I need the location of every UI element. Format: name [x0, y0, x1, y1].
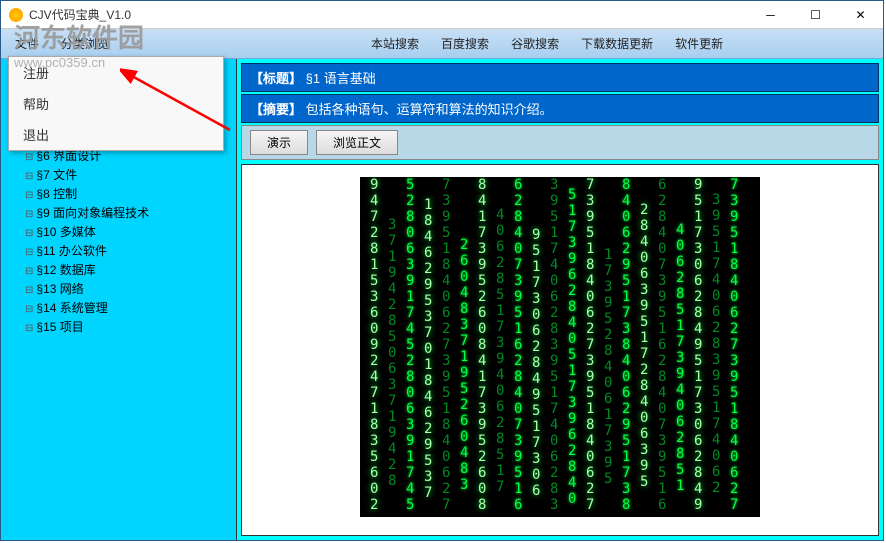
app-icon — [9, 8, 23, 22]
tree-item[interactable]: §7 文件 — [7, 165, 230, 184]
window-title: CJV代码宝典_V1.0 — [29, 6, 748, 23]
browse-text-button[interactable]: 浏览正文 — [316, 130, 398, 155]
minimize-button[interactable]: ─ — [748, 2, 793, 28]
title-label: 【标题】 — [250, 71, 302, 86]
menu-browse[interactable]: 分类浏览 — [51, 31, 119, 56]
tree-item[interactable]: §10 多媒体 — [7, 222, 230, 241]
main-panel: 【标题】 §1 语言基础 【摘要】 包括各种语句、运算符和算法的知识介绍。 演示… — [237, 59, 883, 540]
summary-value: 包括各种语句、运算符和算法的知识介绍。 — [306, 102, 553, 117]
menu-software-update[interactable]: 软件更新 — [665, 31, 733, 56]
summary-label: 【摘要】 — [250, 102, 302, 117]
menu-exit[interactable]: 退出 — [9, 119, 223, 150]
tree-item[interactable]: §14 系统管理 — [7, 298, 230, 317]
button-row: 演示 浏览正文 — [241, 125, 879, 160]
title-box: 【标题】 §1 语言基础 — [241, 63, 879, 92]
tree-item[interactable]: §13 网络 — [7, 279, 230, 298]
summary-box: 【摘要】 包括各种语句、运算符和算法的知识介绍。 — [241, 94, 879, 123]
tree-item[interactable]: §15 项目 — [7, 317, 230, 336]
menu-search-google[interactable]: 谷歌搜索 — [501, 31, 569, 56]
tree-item[interactable]: §8 控制 — [7, 184, 230, 203]
tree-item[interactable]: §11 办公软件 — [7, 241, 230, 260]
category-tree: §5 控件 §6 界面设计 §7 文件 §8 控制 §9 面向对象编程技术 §1… — [1, 123, 236, 540]
menu-search-baidu[interactable]: 百度搜索 — [431, 31, 499, 56]
menu-file[interactable]: 文件 — [5, 31, 49, 56]
demo-button[interactable]: 演示 — [250, 130, 308, 155]
title-value: §1 语言基础 — [306, 71, 376, 86]
close-button[interactable]: ✕ — [838, 2, 883, 28]
menu-download-update[interactable]: 下载数据更新 — [571, 31, 663, 56]
tree-item[interactable]: §9 面向对象编程技术 — [7, 203, 230, 222]
maximize-button[interactable]: ☐ — [793, 2, 838, 28]
matrix-preview: 947281536092471835602 37194285063719428 … — [360, 177, 760, 517]
menu-help[interactable]: 帮助 — [9, 88, 223, 119]
menu-search-site[interactable]: 本站搜索 — [361, 31, 429, 56]
preview-area: 947281536092471835602 37194285063719428 … — [241, 164, 879, 536]
titlebar: CJV代码宝典_V1.0 ─ ☐ ✕ — [1, 1, 883, 29]
file-menu-dropdown: 注册 帮助 退出 — [8, 56, 224, 151]
menubar: 文件 分类浏览 本站搜索 百度搜索 谷歌搜索 下载数据更新 软件更新 — [1, 29, 883, 59]
menu-register[interactable]: 注册 — [9, 57, 223, 88]
tree-item[interactable]: §12 数据库 — [7, 260, 230, 279]
